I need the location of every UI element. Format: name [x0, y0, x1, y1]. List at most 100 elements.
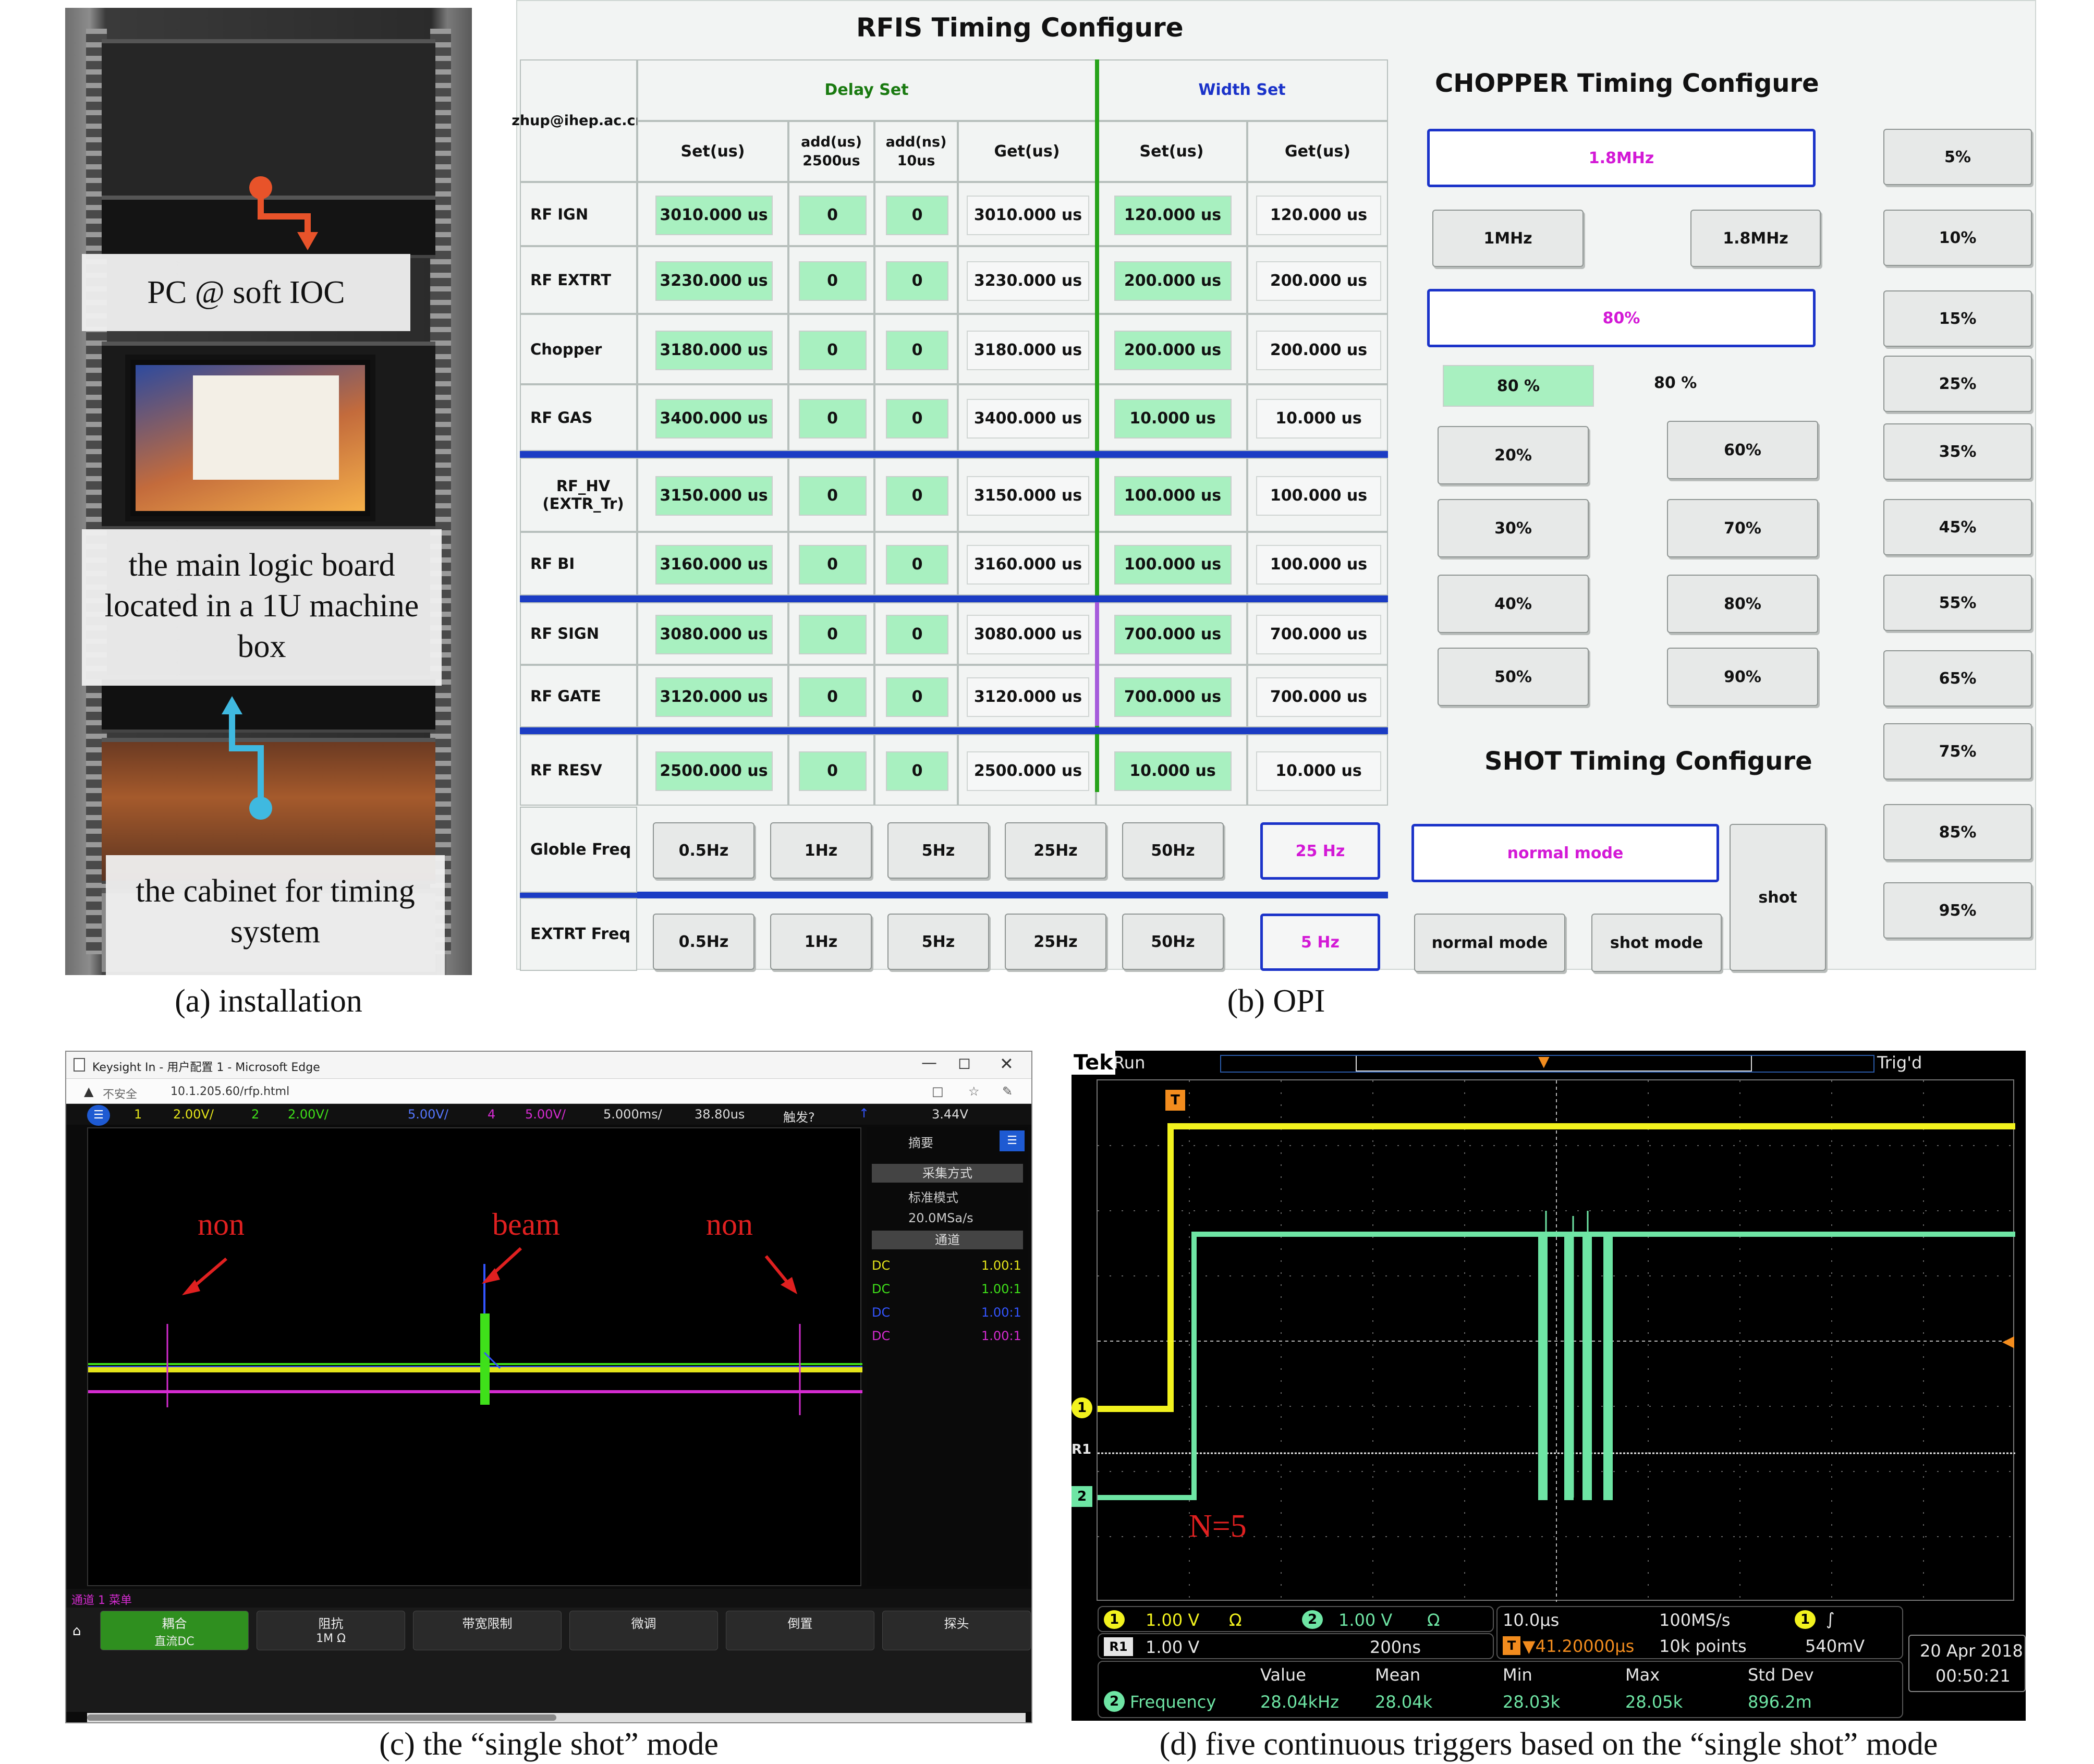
ch1-badge[interactable]: 1 [1104, 1610, 1125, 1629]
duty-button[interactable]: 60% [1667, 421, 1818, 479]
side-channel-row[interactable]: DC 1.00:1 [872, 1279, 1023, 1299]
share-icon[interactable]: ✎ [1002, 1084, 1013, 1099]
value-input[interactable]: 2500.000 us [655, 751, 773, 791]
duty-button[interactable]: 30% [1438, 499, 1589, 557]
ch2-badge[interactable]: 2 [1302, 1610, 1323, 1629]
value-input[interactable]: 0 [886, 476, 948, 516]
value-input[interactable]: 0 [798, 399, 867, 439]
extrt-freq-button[interactable]: 50Hz [1122, 914, 1224, 970]
side-menu-icon[interactable]: ☰ [1000, 1130, 1025, 1151]
value-input[interactable]: 0 [886, 330, 948, 370]
value-input[interactable]: 120.000 us [1114, 195, 1232, 235]
normal-mode-button[interactable]: normal mode [1414, 914, 1565, 972]
duty-button[interactable]: 40% [1438, 575, 1589, 633]
value-input[interactable]: 0 [798, 330, 867, 370]
duty-button[interactable]: 90% [1667, 648, 1818, 706]
percent-button[interactable]: 35% [1883, 423, 2032, 480]
softkey-button[interactable]: 阻抗 1M Ω [257, 1611, 405, 1650]
r1-badge[interactable]: R1 [1104, 1637, 1133, 1656]
value-input[interactable]: 0 [886, 751, 948, 791]
side-channel-row[interactable]: DC 1.00:1 [872, 1302, 1023, 1323]
percent-button[interactable]: 95% [1883, 882, 2032, 939]
favorites-icon[interactable]: ☆ [968, 1084, 980, 1099]
percent-button[interactable]: 15% [1883, 290, 2032, 347]
softkey-button[interactable]: 微调 [569, 1611, 718, 1650]
ch4-number[interactable]: 4 [488, 1107, 495, 1122]
value-input[interactable]: 3400.000 us [655, 399, 773, 439]
horizontal-scrollbar[interactable] [87, 1713, 1026, 1722]
globle-freq-button[interactable]: 0.5Hz [653, 822, 754, 879]
softkey-button[interactable]: 带宽限制 [413, 1611, 562, 1650]
value-input[interactable]: 0 [798, 545, 867, 585]
percent-button[interactable]: 25% [1883, 356, 2032, 412]
close-icon[interactable]: ✕ [1000, 1054, 1014, 1074]
value-input[interactable]: 3150.000 us [655, 476, 773, 516]
globle-freq-button[interactable]: 5Hz [887, 822, 989, 879]
side-summary[interactable]: 摘要 [908, 1133, 933, 1151]
value-input[interactable]: 700.000 us [1114, 615, 1232, 654]
percent-button[interactable]: 10% [1883, 210, 2032, 266]
value-input[interactable]: 0 [886, 399, 948, 439]
percent-button[interactable]: 85% [1883, 804, 2032, 860]
percent-button[interactable]: 75% [1883, 723, 2032, 780]
value-input[interactable]: 0 [886, 615, 948, 654]
value-input[interactable]: 3120.000 us [655, 677, 773, 717]
ch2-number[interactable]: 2 [251, 1107, 259, 1122]
value-input[interactable]: 3080.000 us [655, 615, 773, 654]
freq-1-8mhz-button[interactable]: 1.8MHz [1690, 210, 1821, 267]
extrt-freq-button[interactable]: 0.5Hz [653, 914, 754, 970]
value-input[interactable]: 10.000 us [1114, 399, 1232, 439]
value-input[interactable]: 0 [798, 751, 867, 791]
duty-button[interactable]: 20% [1438, 426, 1589, 484]
value-input[interactable]: 0 [798, 195, 867, 235]
value-input[interactable]: 0 [798, 261, 867, 301]
value-input[interactable]: 3010.000 us [655, 195, 773, 235]
shot-mode-button[interactable]: shot mode [1591, 914, 1722, 972]
percent-button[interactable]: 5% [1883, 129, 2032, 185]
value-input[interactable]: 0 [886, 261, 948, 301]
value-input[interactable]: 3230.000 us [655, 261, 773, 301]
value-input[interactable]: 10.000 us [1114, 751, 1232, 791]
percent-button[interactable]: 55% [1883, 575, 2032, 631]
value-input[interactable]: 0 [798, 615, 867, 654]
minimize-icon[interactable]: — [921, 1054, 937, 1072]
freq-1mhz-button[interactable]: 1MHz [1432, 210, 1584, 267]
value-input[interactable]: 200.000 us [1114, 261, 1232, 301]
globle-freq-button[interactable]: 1Hz [770, 822, 872, 879]
url-text[interactable]: 10.1.205.60/rfp.html [171, 1085, 289, 1098]
reading-view-icon[interactable]: □ [932, 1084, 944, 1099]
value-input[interactable]: 0 [886, 195, 948, 235]
side-channel-row[interactable]: DC 1.00:1 [872, 1325, 1023, 1346]
extrt-freq-button[interactable]: 1Hz [770, 914, 872, 970]
maximize-icon[interactable]: ◻ [958, 1054, 971, 1072]
value-input[interactable]: 100.000 us [1114, 545, 1232, 585]
side-channel-row[interactable]: DC 1.00:1 [872, 1255, 1023, 1276]
value-input[interactable]: 200.000 us [1114, 330, 1232, 370]
home-icon[interactable]: ⌂ [72, 1623, 81, 1639]
value-input[interactable]: 700.000 us [1114, 677, 1232, 717]
extrt-freq-button[interactable]: 5Hz [887, 914, 989, 970]
extrt-freq-button[interactable]: 25Hz [1005, 914, 1106, 970]
ch1-number[interactable]: 1 [134, 1107, 142, 1122]
value-input[interactable]: 3180.000 us [655, 330, 773, 370]
menu-icon[interactable]: ☰ [87, 1105, 110, 1126]
trigger-source-badge[interactable]: 1 [1795, 1610, 1816, 1629]
softkey-button[interactable]: 探头 [882, 1611, 1031, 1650]
shot-button[interactable]: shot [1730, 824, 1826, 971]
globle-freq-button[interactable]: 25Hz [1005, 822, 1106, 879]
softkey-button[interactable]: 倒置 [726, 1611, 874, 1650]
duty-set-field[interactable]: 80 % [1443, 365, 1594, 407]
duty-button[interactable]: 50% [1438, 648, 1589, 706]
percent-button[interactable]: 65% [1883, 650, 2032, 707]
value-input[interactable]: 100.000 us [1114, 476, 1232, 516]
globle-freq-selected[interactable]: 25 Hz [1260, 822, 1380, 880]
softkey-button[interactable]: 耦合 直流DC [100, 1611, 249, 1650]
extrt-freq-selected[interactable]: 5 Hz [1260, 914, 1380, 971]
value-input[interactable]: 0 [798, 476, 867, 516]
value-input[interactable]: 3160.000 us [655, 545, 773, 585]
duty-button[interactable]: 70% [1667, 499, 1818, 557]
scrollbar-thumb[interactable] [87, 1714, 556, 1721]
value-input[interactable]: 0 [886, 677, 948, 717]
globle-freq-button[interactable]: 50Hz [1122, 822, 1224, 879]
percent-button[interactable]: 45% [1883, 499, 2032, 555]
